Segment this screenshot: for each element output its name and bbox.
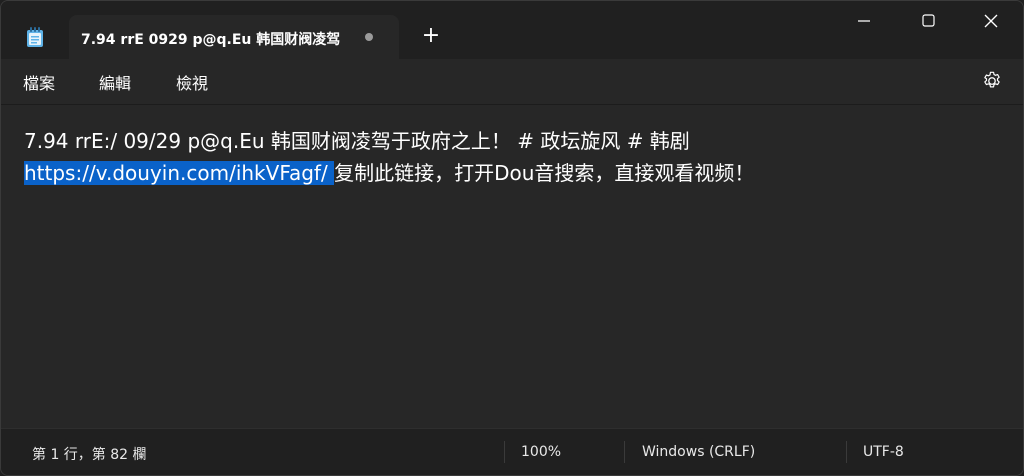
status-divider	[504, 441, 505, 463]
editor-content[interactable]: 7.94 rrE:/ 09/29 p@q.Eu 韩国财阀凌驾于政府之上！ # 政…	[24, 125, 1003, 189]
maximize-icon[interactable]	[905, 1, 951, 41]
cursor-position[interactable]: 第 1 行，第 82 欄	[32, 444, 147, 464]
notepad-window: 7.94 rrE 0929 p@q.Eu 韩国财阀凌驾 + 檔案 編輯 檢視 7…	[0, 0, 1024, 476]
gear-icon[interactable]	[981, 70, 1003, 92]
tab-title: 7.94 rrE 0929 p@q.Eu 韩国财阀凌驾	[81, 32, 341, 48]
menu-file[interactable]: 檔案	[23, 70, 55, 94]
editor-line-2: 复制此链接，打开Dou音搜索，直接观看视频！	[334, 161, 755, 185]
status-bar: 第 1 行，第 82 欄 100% Windows (CRLF) UTF-8	[1, 428, 1023, 475]
selected-text[interactable]: https://v.douyin.com/ihkVFagf/	[24, 161, 335, 185]
notepad-icon	[27, 27, 43, 47]
line-ending[interactable]: Windows (CRLF)	[642, 444, 755, 460]
zoom-level[interactable]: 100%	[521, 444, 561, 460]
status-divider	[624, 441, 625, 463]
document-tab[interactable]: 7.94 rrE 0929 p@q.Eu 韩国财阀凌驾	[69, 15, 399, 59]
menu-view[interactable]: 檢視	[176, 70, 208, 94]
close-icon[interactable]	[967, 1, 1013, 41]
menu-bar: 檔案 編輯 檢視	[1, 59, 1023, 103]
editor-line-1: 7.94 rrE:/ 09/29 p@q.Eu 韩国财阀凌驾于政府之上！ # 政…	[24, 129, 690, 153]
text-editor[interactable]: 7.94 rrE:/ 09/29 p@q.Eu 韩国财阀凌驾于政府之上！ # 政…	[1, 104, 1023, 431]
title-bar[interactable]: 7.94 rrE 0929 p@q.Eu 韩国财阀凌驾 +	[1, 1, 1023, 59]
menu-edit[interactable]: 編輯	[99, 70, 131, 94]
new-tab-button[interactable]: +	[419, 25, 443, 49]
encoding[interactable]: UTF-8	[863, 444, 904, 460]
status-divider	[846, 441, 847, 463]
minimize-icon[interactable]	[841, 1, 887, 41]
unsaved-indicator-icon[interactable]	[365, 33, 373, 41]
